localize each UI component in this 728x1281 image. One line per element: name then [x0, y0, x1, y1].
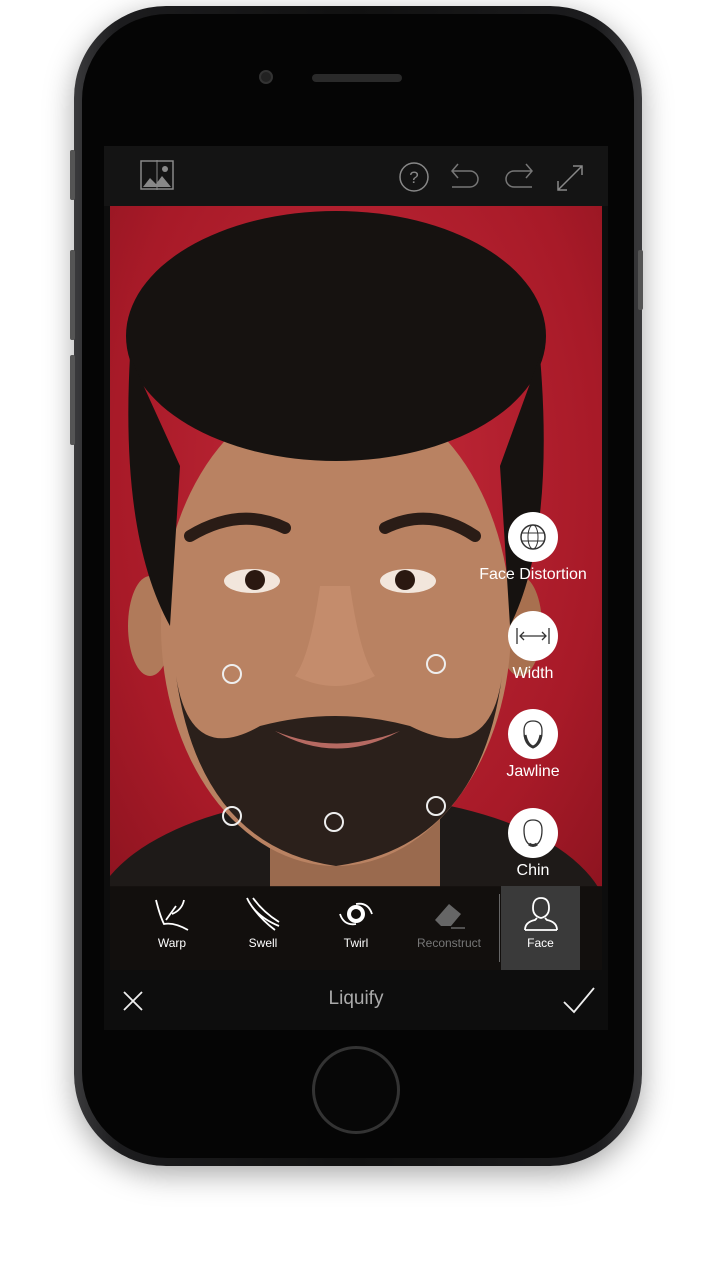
- face-distortion-control[interactable]: Face Distortion: [468, 512, 598, 584]
- jawline-control[interactable]: Jawline: [488, 709, 578, 781]
- tool-warp[interactable]: Warp: [127, 886, 217, 970]
- width-arrows-icon: [516, 628, 550, 644]
- tool-swell[interactable]: Swell: [218, 886, 308, 970]
- eraser-icon: [435, 904, 465, 929]
- mute-switch: [70, 150, 75, 200]
- svg-text:?: ?: [409, 168, 418, 187]
- globe-grid-icon: [520, 524, 546, 550]
- left-cheek-handle[interactable]: [222, 806, 242, 826]
- tool-twirl[interactable]: Twirl: [311, 886, 401, 970]
- top-toolbar: ?: [104, 146, 608, 206]
- swell-icon: [246, 897, 280, 931]
- width-label: Width: [512, 665, 554, 682]
- chin-control[interactable]: Chin: [488, 808, 578, 880]
- chin-handle[interactable]: [324, 812, 344, 832]
- warp-hand-icon: [155, 899, 189, 931]
- help-icon[interactable]: ?: [398, 161, 430, 193]
- volume-up-button: [70, 250, 75, 340]
- chin-label: Chin: [516, 862, 550, 879]
- checkmark-icon[interactable]: [562, 986, 596, 1014]
- tool-label: Face: [527, 936, 554, 950]
- tool-label: Warp: [157, 936, 187, 950]
- tool-reconstruct[interactable]: Reconstruct: [404, 886, 494, 970]
- undo-icon[interactable]: [450, 162, 482, 194]
- volume-down-button: [70, 355, 75, 445]
- jawline-icon: [523, 720, 543, 749]
- jawline-label: Jawline: [506, 763, 560, 780]
- power-button: [638, 250, 643, 310]
- app-screen: ? Face Distortion Width Jawline Chin War…: [104, 146, 608, 1030]
- chin-icon: [523, 819, 543, 847]
- tool-label: Swell: [248, 936, 278, 950]
- tool-divider: [499, 894, 500, 962]
- redo-icon[interactable]: [502, 162, 534, 194]
- width-control[interactable]: Width: [488, 611, 578, 683]
- front-camera: [259, 70, 273, 84]
- tool-label: Reconstruct: [416, 936, 482, 950]
- tool-face[interactable]: Face: [501, 886, 580, 970]
- screen-title: Liquify: [328, 988, 384, 1009]
- twirl-icon: [339, 902, 373, 926]
- face-icon: [523, 897, 558, 931]
- speaker: [312, 74, 402, 82]
- fullscreen-icon[interactable]: [556, 164, 584, 192]
- compare-icon[interactable]: [140, 160, 174, 190]
- face-distortion-label: Face Distortion: [479, 566, 587, 583]
- right-cheek-handle[interactable]: [426, 654, 446, 674]
- right-cheek-handle[interactable]: [426, 796, 446, 816]
- bottom-bar: Liquify: [104, 970, 608, 1030]
- left-cheek-handle[interactable]: [222, 664, 242, 684]
- liquify-tools: Warp Swell Twirl Reconstruct Face: [110, 886, 602, 970]
- home-button[interactable]: [312, 1046, 400, 1134]
- tool-label: Twirl: [343, 936, 369, 950]
